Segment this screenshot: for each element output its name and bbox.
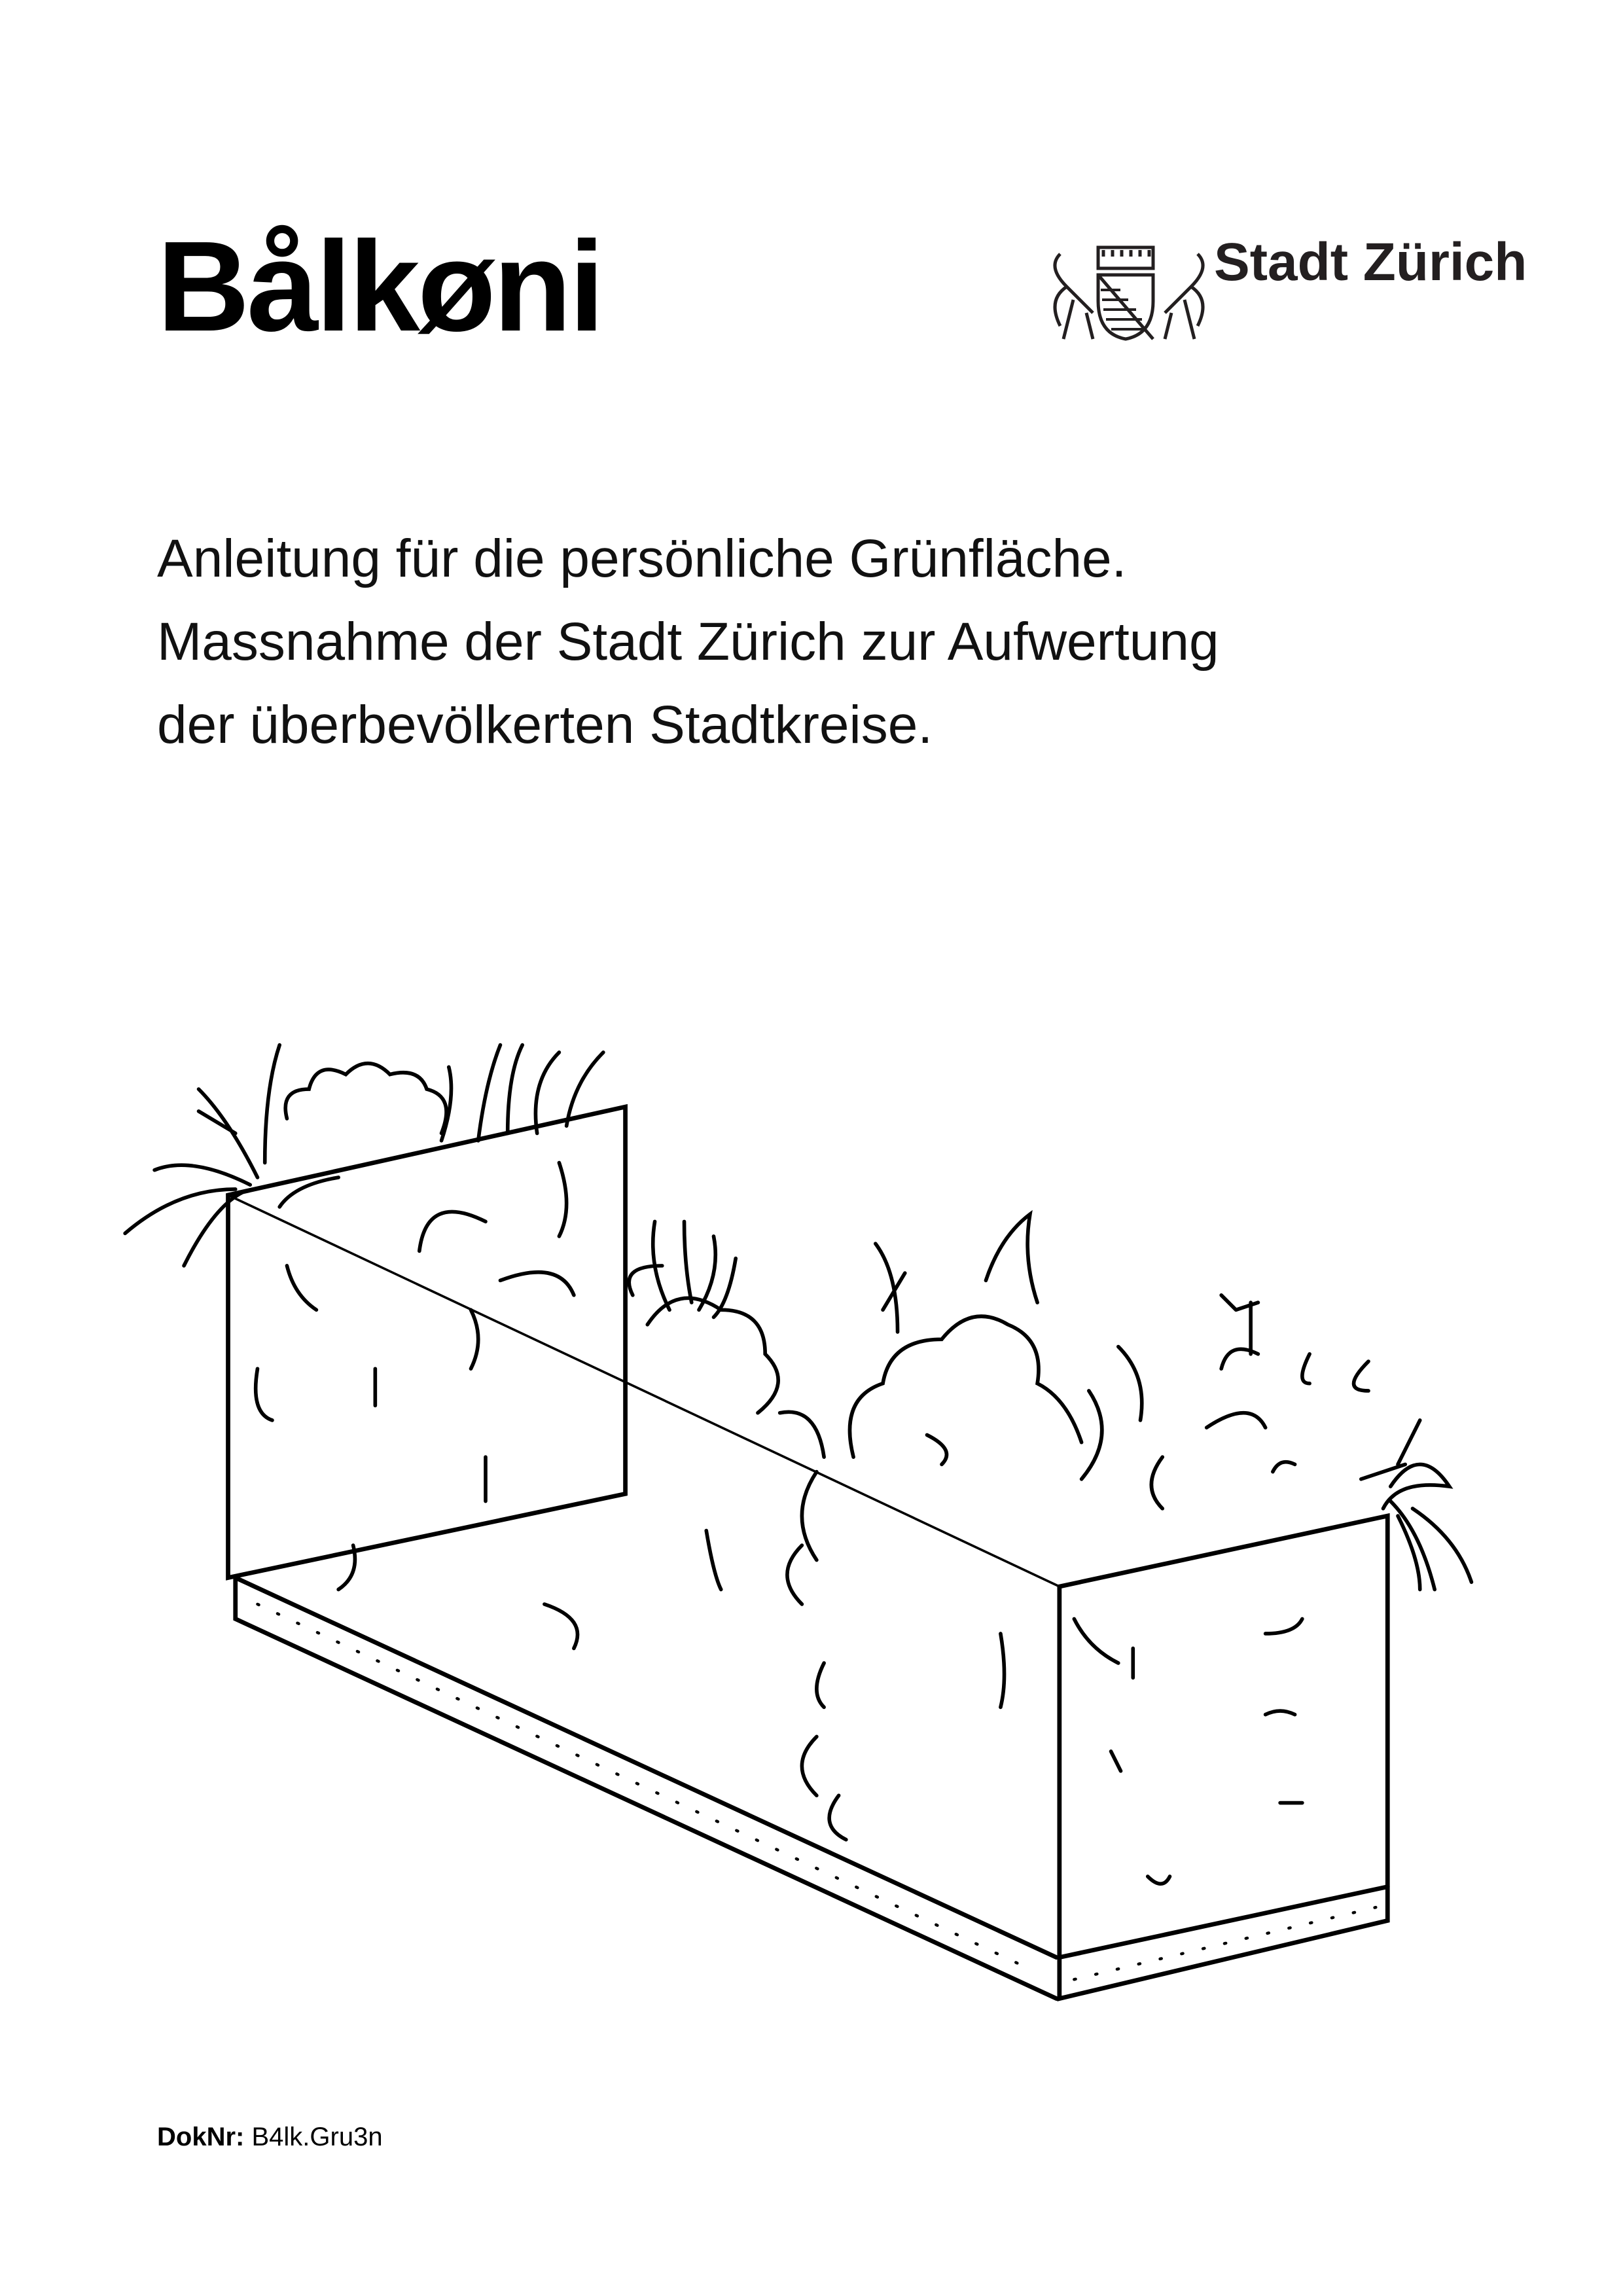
document-number-label: DokNr: (157, 2123, 245, 2151)
document-number: DokNr: B4lk.Gru3n (157, 2124, 383, 2150)
document-number-value: B4lk.Gru3n (251, 2123, 383, 2151)
planter-box-illustration (123, 1043, 1474, 2001)
